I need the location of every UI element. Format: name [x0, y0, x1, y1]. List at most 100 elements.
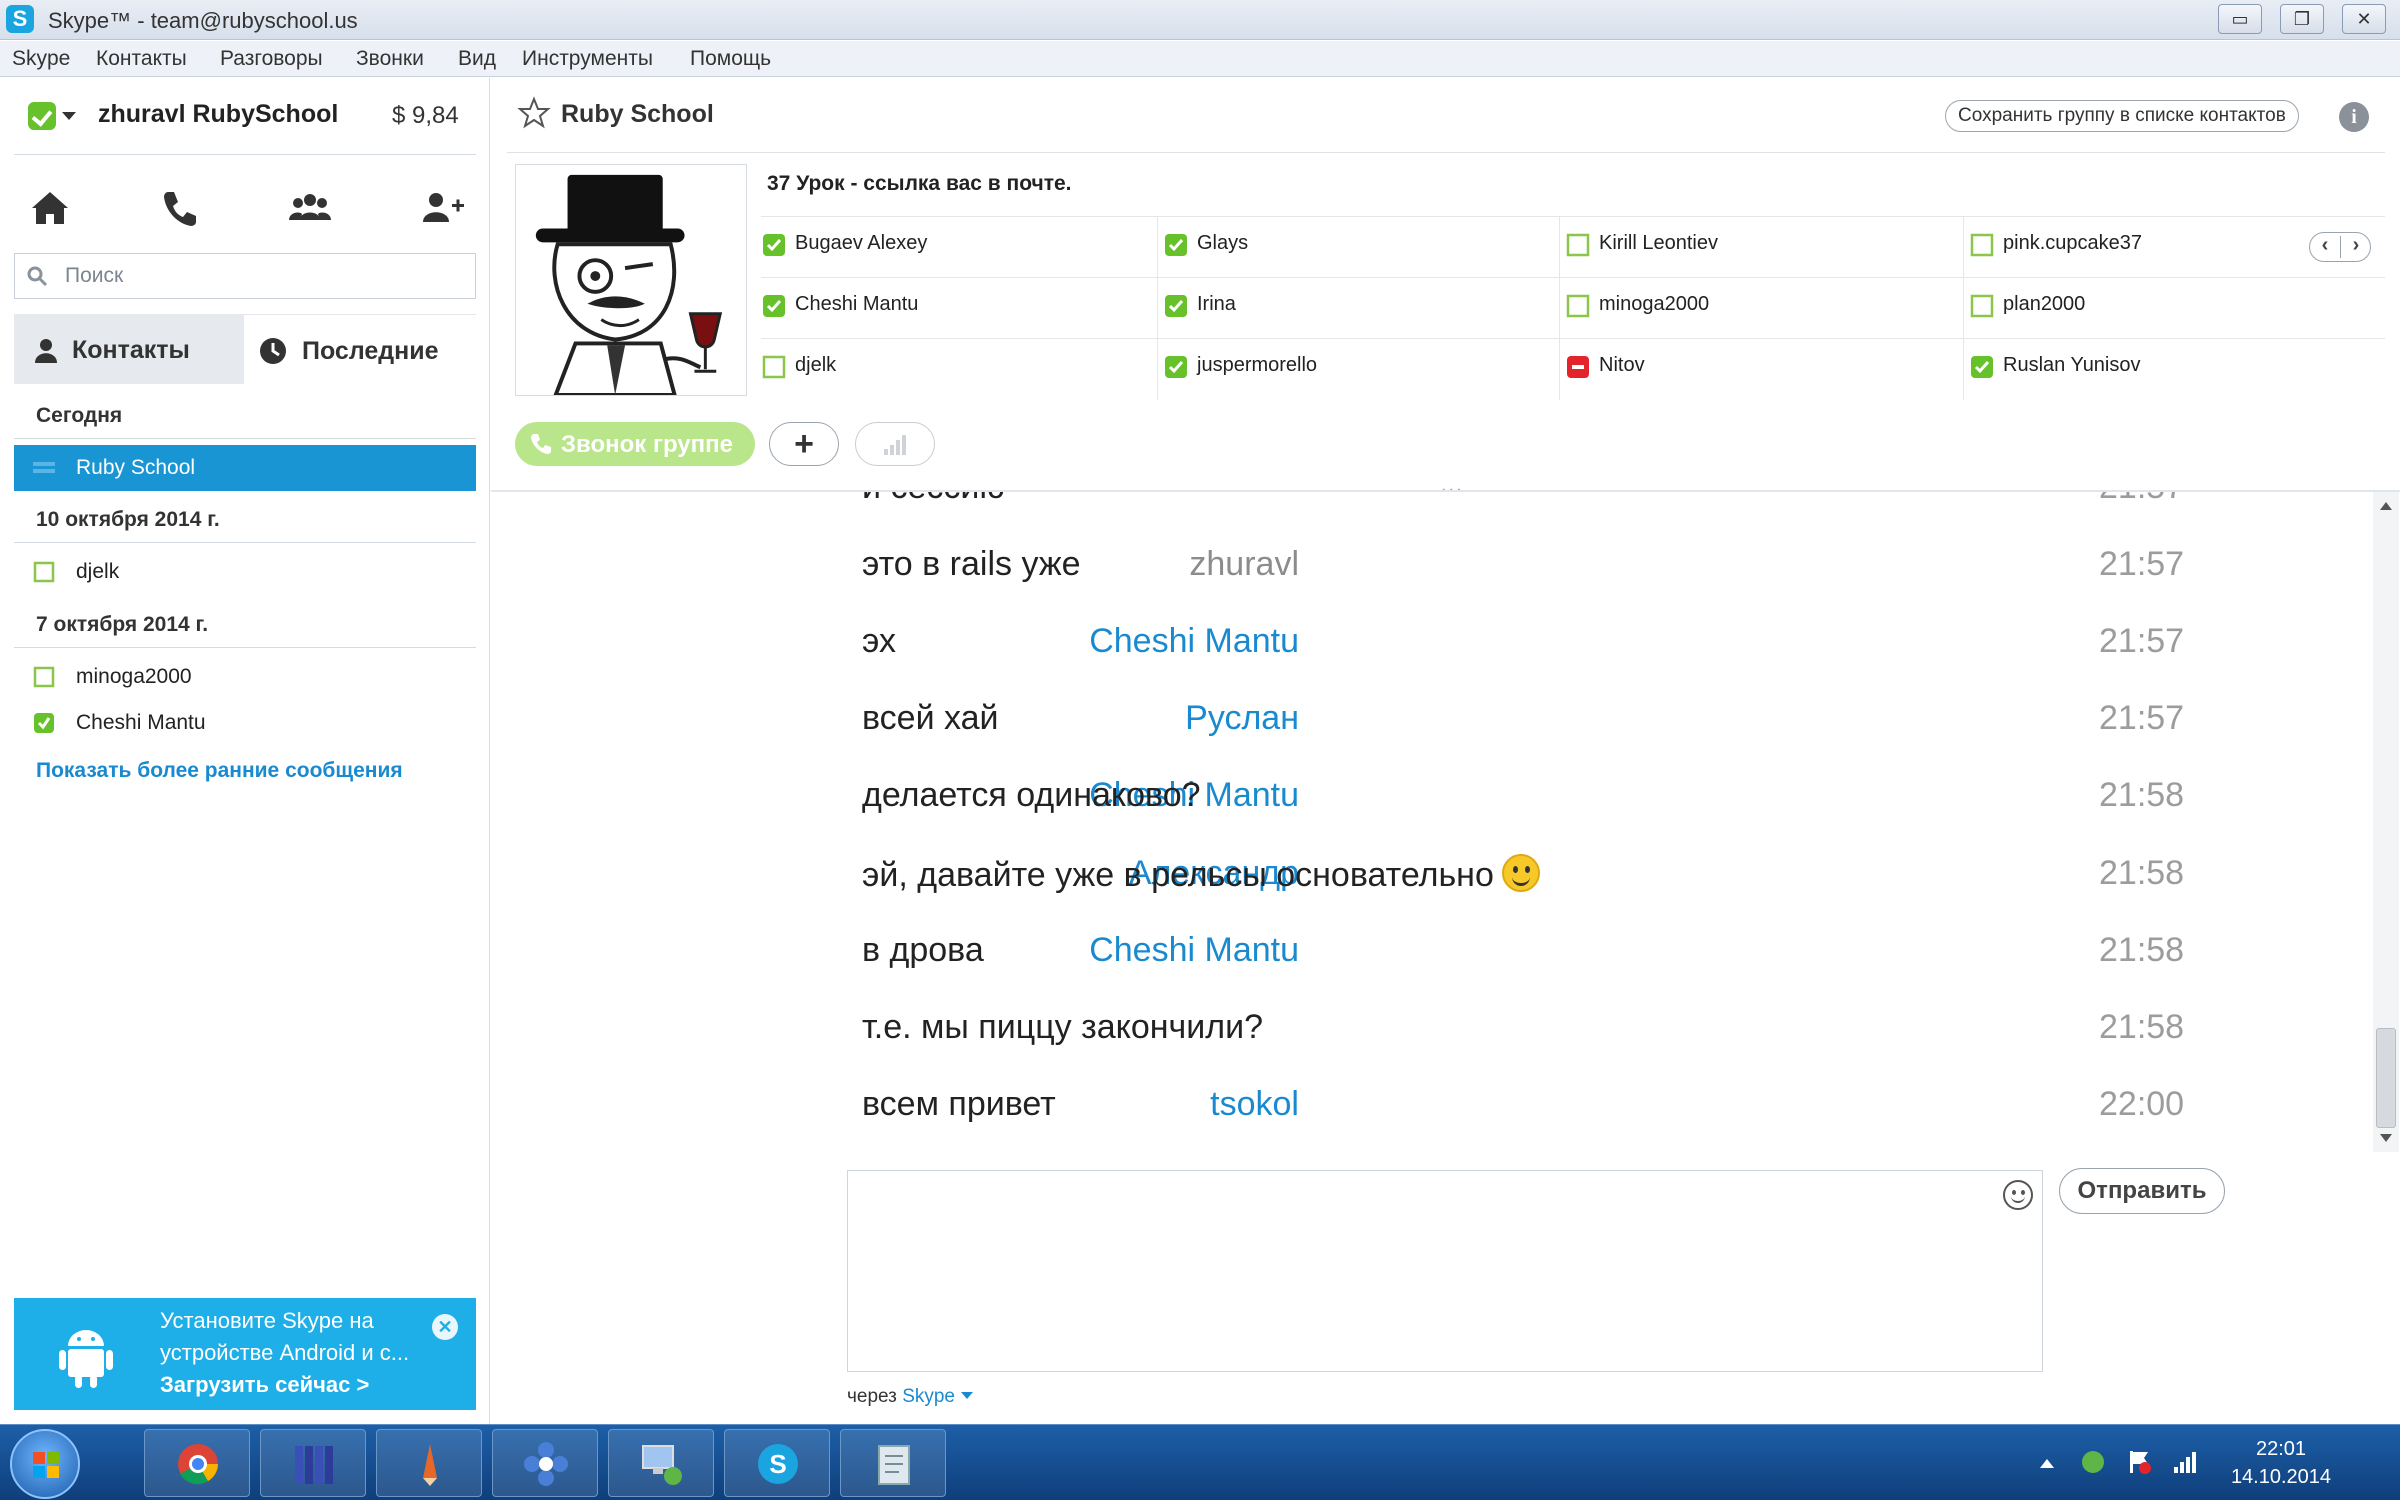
online-status-icon[interactable] [28, 102, 56, 130]
tab-contacts[interactable]: Контакты [14, 314, 244, 384]
skype-credit[interactable]: $ 9,84 [392, 102, 459, 130]
chevron-right-icon[interactable]: › [2341, 234, 2371, 257]
taskbar-network[interactable] [608, 1429, 714, 1497]
start-button[interactable] [10, 1429, 80, 1499]
message-row[interactable]: и сессию 21:57 [491, 492, 2371, 530]
star-icon[interactable] [517, 96, 551, 130]
phone-icon [531, 434, 551, 454]
message-time: 22:00 [2099, 1085, 2185, 1123]
signal-strength-icon[interactable] [2172, 1449, 2198, 1475]
call-quality-button[interactable] [855, 422, 935, 466]
message-text: т.е. мы пиццу закончили? [862, 1008, 1263, 1047]
message-text: и сессию [862, 492, 1005, 507]
online-status-icon [763, 234, 785, 256]
info-icon[interactable]: i [2339, 102, 2369, 132]
conversation-pane: Ruby School Сохранить группу в списке ко… [491, 78, 2400, 1424]
close-button[interactable]: ✕ [2342, 4, 2386, 34]
message-row[interactable]: Руслан всей хай 21:57 [491, 685, 2371, 761]
menu-conversations[interactable]: Разговоры [220, 47, 323, 71]
taskbar-pencil[interactable] [376, 1429, 482, 1497]
message-row[interactable]: т.е. мы пиццу закончили? 21:58 [491, 994, 2371, 1070]
skype-icon: S [758, 1444, 798, 1484]
android-icon [59, 1330, 113, 1388]
android-promo-banner[interactable]: Установите Skype на устройстве Android и… [14, 1298, 476, 1410]
message-input[interactable] [858, 1181, 1988, 1361]
conversation-topic[interactable]: 37 Урок - ссылка вас в почте. [767, 172, 1072, 196]
list-item[interactable]: Ruby School [14, 445, 476, 491]
taskbar-skype[interactable]: S [724, 1429, 830, 1497]
list-item[interactable]: Cheshi Mantu [14, 700, 476, 746]
network-icon [642, 1445, 682, 1485]
message-time: 21:58 [2099, 1008, 2185, 1046]
list-item-label: Cheshi Mantu [76, 711, 206, 734]
taskbar: S 22:01 14.10.2014 [0, 1424, 2400, 1500]
divider [761, 277, 2385, 278]
menu-tools[interactable]: Инструменты [522, 47, 653, 71]
message-author[interactable]: zhuravl [1189, 545, 1299, 584]
group-header-today: Сегодня [36, 404, 123, 427]
list-item[interactable]: djelk [14, 549, 476, 595]
away-status-icon [1970, 233, 1994, 257]
participant-name: Ruslan Yunisov [2003, 354, 2141, 376]
tray-app-icon[interactable] [2080, 1449, 2106, 1475]
message-list[interactable]: и сессию 21:57 zhuravl это в rails уже 21:57… [491, 492, 2371, 1152]
away-status-icon [33, 666, 55, 688]
scroll-down-icon[interactable] [2380, 1134, 2392, 1142]
close-icon[interactable]: ✕ [432, 1314, 458, 1340]
message-row[interactable]: tsokol всем привет 22:00 [491, 1071, 2371, 1147]
scroll-thumb[interactable] [2376, 1028, 2396, 1128]
menu-calls[interactable]: Звонки [356, 47, 424, 71]
add-participant-button[interactable]: + [769, 422, 839, 466]
taskbar-chrome[interactable] [144, 1429, 250, 1497]
menu-view[interactable]: Вид [458, 47, 496, 71]
send-via-selector[interactable]: через Skype [847, 1386, 973, 1408]
message-scrollbar[interactable] [2373, 492, 2399, 1152]
promo-line-1: Установите Skype на [160, 1308, 374, 1333]
home-icon[interactable] [20, 178, 80, 238]
message-row[interactable]: Cheshi Mantu в дрова 21:58 [491, 917, 2371, 993]
promo-download-link[interactable]: Загрузить сейчас > [160, 1372, 369, 1398]
profile-name[interactable]: zhuravl RubySchool [98, 100, 338, 129]
flag-alert-icon[interactable] [2126, 1449, 2152, 1475]
chrome-icon [178, 1444, 218, 1485]
tab-recent[interactable]: Последние [244, 314, 476, 384]
message-time: 21:57 [2099, 545, 2185, 583]
tray-expand-icon[interactable] [2040, 1459, 2054, 1468]
scroll-up-icon[interactable] [2380, 502, 2392, 510]
message-author[interactable]: Cheshi Mantu [1089, 931, 1299, 970]
away-status-icon [1566, 233, 1590, 257]
menu-help[interactable]: Помощь [690, 47, 771, 71]
restore-button[interactable]: ❐ [2280, 4, 2324, 34]
menu-skype[interactable]: Skype [12, 47, 70, 71]
participant-name: Kirill Leontiev [1599, 232, 1718, 254]
list-item[interactable]: minoga2000 [14, 654, 476, 700]
taskbar-library[interactable] [260, 1429, 366, 1497]
chevron-down-icon[interactable] [62, 112, 76, 120]
taskbar-notepad[interactable] [840, 1429, 946, 1497]
message-row[interactable]: Cheshi Mantu делается одинаково? 21:58 [491, 762, 2371, 838]
save-group-button[interactable]: Сохранить группу в списке контактов [1945, 100, 2299, 132]
group-avatar[interactable] [515, 164, 747, 397]
message-author[interactable]: Cheshi Mantu [1089, 622, 1299, 661]
tab-recent-label: Последние [302, 337, 439, 365]
message-row[interactable]: Александр эй, давайте уже в рельсы основа… [491, 840, 2371, 916]
chevron-left-icon[interactable]: ‹ [2310, 234, 2340, 257]
system-clock[interactable]: 22:01 14.10.2014 [2216, 1435, 2346, 1491]
menu-contacts[interactable]: Контакты [96, 47, 187, 71]
send-button[interactable]: Отправить [2059, 1168, 2225, 1214]
message-row[interactable]: zhuravl это в rails уже 21:57 [491, 531, 2371, 607]
emoticon-picker-icon[interactable] [2003, 1180, 2033, 1210]
call-group-button[interactable]: Звонок группе [515, 422, 755, 466]
message-author[interactable]: tsokol [1210, 1085, 1299, 1124]
taskbar-flower[interactable] [492, 1429, 598, 1497]
message-row[interactable]: Cheshi Mantu эх 21:57 [491, 608, 2371, 684]
phone-icon[interactable] [150, 178, 210, 238]
show-earlier-link[interactable]: Показать более ранние сообщения [36, 759, 403, 783]
search-input[interactable] [65, 260, 465, 292]
minimize-button[interactable]: ▭ [2218, 4, 2262, 34]
message-author[interactable]: Руслан [1185, 699, 1299, 738]
group-icon[interactable] [280, 178, 340, 238]
away-status-icon [1566, 294, 1590, 318]
flower-icon [524, 1442, 568, 1486]
add-contact-icon[interactable] [412, 178, 472, 238]
